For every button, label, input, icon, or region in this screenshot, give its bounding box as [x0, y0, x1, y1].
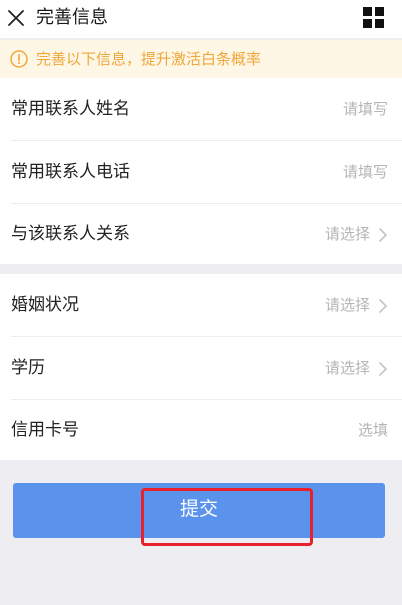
row-label: 常用联系人姓名: [11, 99, 130, 119]
contact-group: 常用联系人姓名 请填写 常用联系人电话 请填写 与该联系人关系 请选择: [0, 78, 402, 264]
submit-label: 提交: [179, 499, 218, 520]
row-label: 信用卡号: [11, 420, 79, 440]
row-label: 常用联系人电话: [11, 162, 130, 182]
chevron-right-icon: [378, 227, 388, 242]
page-title: 完善信息: [36, 7, 108, 28]
credit-card-input[interactable]: 选填: [358, 419, 388, 441]
form-row-education[interactable]: 学历 请选择: [0, 337, 402, 399]
row-label: 学历: [11, 358, 45, 378]
row-label: 与该联系人关系: [11, 224, 130, 244]
top-bar: 完善信息: [0, 0, 402, 38]
notice-banner: 完善以下信息，提升激活白条概率: [0, 40, 402, 78]
grid-icon[interactable]: [363, 7, 385, 29]
chevron-right-icon: [378, 298, 388, 313]
info-icon: [10, 50, 28, 68]
relationship-select[interactable]: 请选择: [325, 223, 370, 245]
marital-status-select[interactable]: 请选择: [325, 294, 370, 316]
submit-button[interactable]: 提交: [13, 483, 385, 538]
personal-info-group: 婚姻状况 请选择 学历 请选择 信用卡号 选填: [0, 274, 402, 460]
form-row-marital-status[interactable]: 婚姻状况 请选择: [0, 274, 402, 336]
close-icon[interactable]: [6, 8, 26, 28]
form-row-credit-card[interactable]: 信用卡号 选填: [0, 399, 402, 461]
notice-text: 完善以下信息，提升激活白条概率: [36, 50, 262, 68]
form-row-contact-name[interactable]: 常用联系人姓名 请填写: [0, 78, 402, 140]
form-row-relationship[interactable]: 与该联系人关系 请选择: [0, 203, 402, 265]
row-label: 婚姻状况: [11, 295, 79, 315]
chevron-right-icon: [378, 361, 388, 376]
contact-phone-input[interactable]: 请填写: [343, 161, 388, 183]
contact-name-input[interactable]: 请填写: [343, 98, 388, 120]
education-select[interactable]: 请选择: [325, 357, 370, 379]
form-row-contact-phone[interactable]: 常用联系人电话 请填写: [0, 141, 402, 203]
